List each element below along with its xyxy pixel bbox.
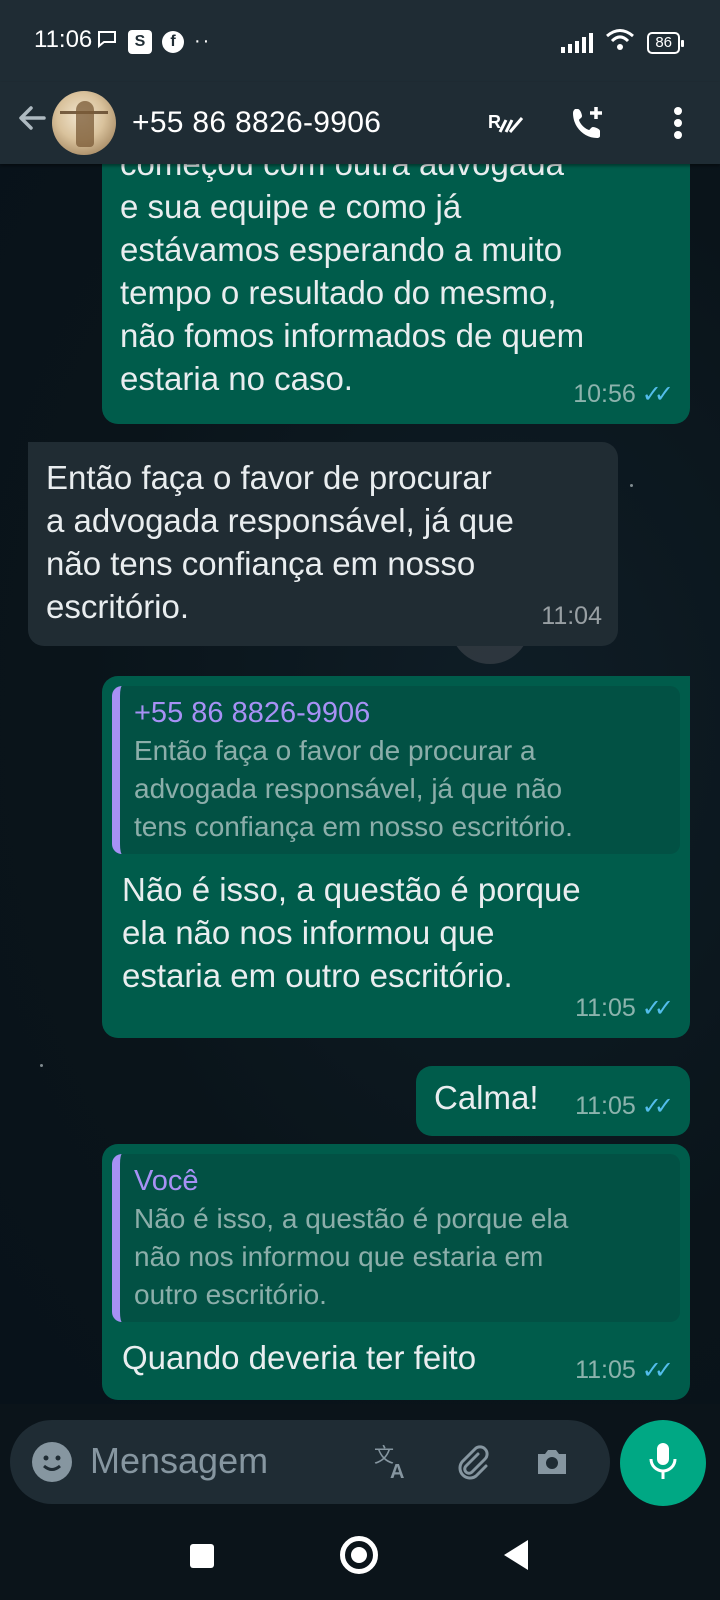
message-bubble-outgoing[interactable]: começou com outra advogada e sua equipe …: [102, 164, 690, 424]
quote-line: não nos informou que estaria em: [134, 1241, 544, 1272]
message-line: e sua equipe e como já: [120, 188, 462, 225]
microphone-icon: [646, 1441, 680, 1486]
translate-icon[interactable]: 文A: [370, 1440, 414, 1484]
chat-area[interactable]: começou com outra advogada e sua equipe …: [0, 164, 720, 1404]
background-star: [40, 1064, 43, 1067]
quote-author: +55 86 8826-9906: [134, 697, 371, 729]
quote-text: Então faça o favor de procurar a advogad…: [134, 732, 666, 846]
facebook-icon: f: [162, 30, 184, 53]
quote-line: Então faça o favor de procurar a: [134, 735, 536, 766]
signal-icon: [561, 32, 594, 53]
message-line: começou com outra advogada: [120, 164, 672, 185]
quote-line: advogada responsável, já que não: [134, 773, 563, 804]
message-line: não fomos informados de quem: [120, 317, 585, 354]
message-time: 10:56: [573, 380, 636, 408]
message-line: Não é isso, a questão é porque: [122, 871, 581, 908]
message-bubble-outgoing[interactable]: +55 86 8826-9906 Então faça o favor de p…: [102, 676, 690, 1038]
quoted-message[interactable]: Você Não é isso, a questão é porque ela …: [112, 1154, 680, 1322]
message-meta: 11:05 ✓✓: [575, 1085, 674, 1128]
quote-author: Você: [134, 1165, 199, 1197]
message-time: 11:04: [541, 602, 602, 630]
wifi-icon: [605, 28, 635, 57]
message-meta: 11:04: [541, 595, 602, 638]
system-back-button[interactable]: [504, 1540, 528, 1570]
message-line: a advogada responsável, já que: [46, 502, 514, 539]
message-input-bar[interactable]: Mensagem 文A: [10, 1420, 610, 1504]
home-button[interactable]: [340, 1536, 378, 1574]
s-app-icon: S: [128, 29, 152, 54]
voice-record-button[interactable]: [620, 1420, 706, 1506]
status-left-icons: S f ··: [96, 28, 211, 55]
message-line: Então faça o favor de procurar: [46, 459, 492, 496]
read-receipt-icon: ✓✓: [641, 995, 674, 1022]
message-meta: 11:05 ✓✓: [575, 987, 674, 1030]
chat-header: +55 86 8826-9906 R: [0, 82, 720, 164]
message-bubble-outgoing[interactable]: Você Não é isso, a questão é porque ela …: [102, 1144, 690, 1400]
quote-text: Não é isso, a questão é porque ela não n…: [134, 1200, 666, 1314]
read-receipt-icon: ✓✓: [641, 1357, 674, 1384]
message-time: 11:05: [575, 1092, 636, 1120]
system-navigation-bar: [0, 1512, 720, 1600]
status-bar: 11:06 S f ·· 86: [0, 0, 720, 82]
quote-line: outro escritório.: [134, 1279, 327, 1310]
message-input[interactable]: Mensagem: [90, 1440, 268, 1482]
quote-line: Não é isso, a questão é porque ela: [134, 1203, 569, 1234]
more-icon[interactable]: [658, 101, 698, 145]
message-line: não tens confiança em nosso: [46, 545, 476, 582]
status-right-icons: 86: [561, 28, 684, 57]
message-bubble-incoming[interactable]: Então faça o favor de procurar a advogad…: [28, 442, 618, 646]
chat-notification-icon: [96, 28, 118, 55]
recents-button[interactable]: [190, 1544, 214, 1568]
back-arrow-icon[interactable]: [14, 100, 50, 136]
message-time: 11:05: [575, 994, 636, 1022]
more-notifications-icon: ··: [194, 30, 212, 52]
svg-text:A: A: [390, 1461, 404, 1482]
avatar[interactable]: [52, 91, 116, 155]
contact-name[interactable]: +55 86 8826-9906: [132, 106, 381, 140]
message-text: Não é isso, a questão é porque ela não n…: [112, 868, 680, 997]
attach-icon[interactable]: [450, 1440, 494, 1484]
message-line: escritório.: [46, 588, 190, 625]
svg-text:R: R: [488, 112, 501, 132]
message-bubble-outgoing[interactable]: Calma! 11:05 ✓✓: [416, 1066, 690, 1136]
emoji-icon[interactable]: [32, 1442, 72, 1482]
message-line: estávamos esperando a muito: [120, 231, 563, 268]
message-line: ela não nos informou que: [122, 914, 495, 951]
quote-line: tens confiança em nosso escritório.: [134, 811, 573, 842]
read-receipt-icon: ✓✓: [641, 381, 674, 408]
message-time: 11:05: [575, 1356, 636, 1384]
add-call-icon[interactable]: [566, 101, 610, 145]
message-text: Então faça o favor de procurar a advogad…: [46, 456, 600, 628]
quoted-message[interactable]: +55 86 8826-9906 Então faça o favor de p…: [112, 686, 680, 854]
read-receipt-icon: ✓✓: [641, 1093, 674, 1120]
battery-indicator: 86: [647, 31, 684, 54]
ai-icon[interactable]: R: [484, 101, 528, 145]
message-meta: 11:05 ✓✓: [575, 1349, 674, 1392]
status-time: 11:06: [34, 26, 93, 53]
message-line: tempo o resultado do mesmo,: [120, 274, 557, 311]
message-meta: 10:56 ✓✓: [573, 373, 674, 416]
camera-icon[interactable]: [530, 1440, 574, 1484]
message-text: começou com outra advogada e sua equipe …: [120, 164, 672, 400]
background-star: [630, 484, 633, 487]
